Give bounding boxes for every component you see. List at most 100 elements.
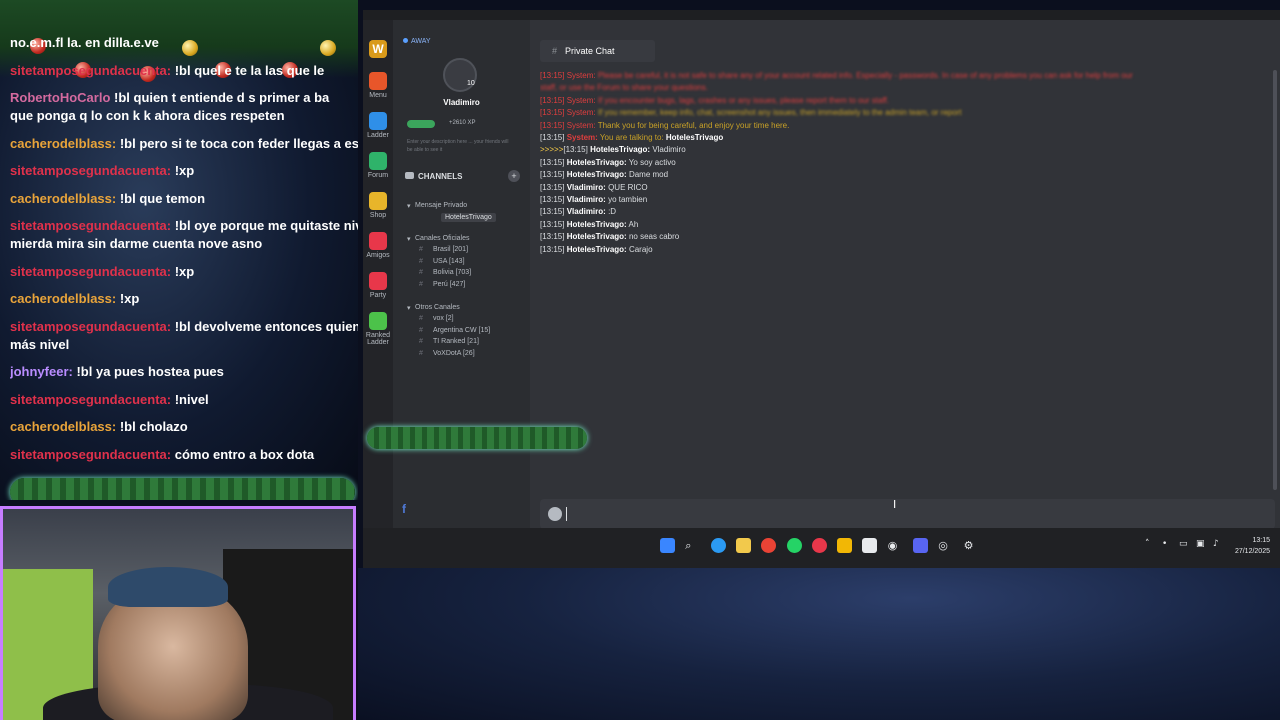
status-indicator[interactable]: AWAY xyxy=(403,38,431,45)
username: Vladimiro xyxy=(443,98,480,107)
emoji-icon[interactable] xyxy=(548,507,562,521)
files-icon[interactable] xyxy=(837,538,853,553)
chat-username: cacherodelblass: xyxy=(10,291,117,306)
stream-chat-message: cacherodelblass: !bl pero si te toca con… xyxy=(10,135,358,153)
mic-icon[interactable]: • xyxy=(1162,539,1167,549)
notes-icon[interactable] xyxy=(735,538,751,553)
chat-target: HotelesTrivago xyxy=(665,133,724,143)
channel-item[interactable]: Argentina CW [15] xyxy=(419,327,490,334)
chat-username: no.e.m.fl la. xyxy=(10,35,82,50)
group-private[interactable]: Mensaje Privado xyxy=(407,202,467,210)
chat-author: System: xyxy=(566,133,598,143)
chat-text: !bl cholazo xyxy=(119,419,188,434)
chat-text: !bl pero si te toca con feder llegas a e… xyxy=(119,135,358,151)
edge-icon[interactable] xyxy=(710,538,726,553)
chat-message: no seas cabro xyxy=(628,232,680,242)
shop-icon xyxy=(369,192,387,210)
chrome-icon[interactable] xyxy=(761,538,777,553)
chat-text: !xp xyxy=(174,263,195,279)
channel-item[interactable]: HotelesTrivago xyxy=(441,213,496,222)
channel-item[interactable]: Bolivia [703] xyxy=(419,269,471,276)
chat-message: QUE RICO xyxy=(608,182,648,192)
profile-description[interactable]: Enter your description here ... your fri… xyxy=(407,138,515,154)
discord-icon[interactable] xyxy=(913,538,928,553)
rail-label: Ranked Ladder xyxy=(365,332,391,346)
chat-message: You are talking to: xyxy=(599,133,664,143)
settings-icon[interactable]: ⚙ xyxy=(964,539,974,552)
chevron-up-icon[interactable]: ˄ xyxy=(1145,539,1150,549)
chat-timestamp: [13:15] xyxy=(563,145,588,155)
volume-icon[interactable]: ♪ xyxy=(1213,539,1219,549)
channel-item[interactable]: Brasil [201] xyxy=(419,246,468,253)
chat-line: [13:15] HotelesTrivago: Dame mod xyxy=(540,169,1270,181)
ranked-icon xyxy=(369,312,387,330)
rail-item-party[interactable]: Party xyxy=(363,272,393,299)
chat-author: Vladimiro: xyxy=(566,195,606,205)
chat-scrollbar[interactable] xyxy=(1273,70,1277,490)
chat-text: !bl que temon xyxy=(119,190,206,206)
rail-item-ranked-ladder[interactable]: Ranked Ladder xyxy=(363,312,393,346)
forum-icon xyxy=(369,152,387,170)
xp-value: +2610 XP xyxy=(449,120,476,126)
rail-item-menu[interactable]: Menu xyxy=(363,72,393,99)
network-icon[interactable]: ▣ xyxy=(1196,539,1205,549)
party-icon xyxy=(369,272,387,290)
keyboard-icon[interactable]: ▭ xyxy=(1179,539,1188,549)
group-other[interactable]: Otros Canales xyxy=(407,304,460,312)
stream-chat-message: sitetamposegundacuenta: !bl quel e te la… xyxy=(10,62,358,80)
chat-text: en dilla.e.ve xyxy=(85,35,159,50)
group-official[interactable]: Canales Oficiales xyxy=(407,235,470,243)
channel-item[interactable]: vox [2] xyxy=(419,315,453,322)
opera-icon[interactable] xyxy=(811,538,827,553)
chat-username: cacherodelblass: xyxy=(10,135,117,151)
chat-username: cacherodelblass: xyxy=(10,190,117,206)
chat-text: !bl devolveme entonces quien me xyxy=(174,318,358,334)
chat-message: Thank you for being careful, and enjoy y… xyxy=(597,120,790,130)
stream-chat-message: cacherodelblass: !bl cholazo xyxy=(10,418,358,436)
w-logo-icon: W xyxy=(369,40,387,58)
chat-line: [13:15] HotelesTrivago: Ah xyxy=(540,219,1270,231)
desktop-wallpaper xyxy=(358,568,1280,720)
chat-author: Vladimiro: xyxy=(566,207,606,217)
rail-item-ladder[interactable]: Ladder xyxy=(363,112,393,139)
chat-text: !bl ya pues hostea pues xyxy=(76,364,224,379)
chat-input[interactable] xyxy=(540,499,1275,529)
rail-item-amigos[interactable]: Amigos xyxy=(363,232,393,259)
chat-username: sitetamposegundacuenta: xyxy=(10,446,172,462)
captured-screen: W Menu Ladder Forum Shop Amigos Party Ranked L… xyxy=(363,10,1280,568)
system-clock[interactable]: 13:15 27/12/2025 xyxy=(1235,535,1270,557)
friends-icon xyxy=(369,232,387,250)
store-icon[interactable] xyxy=(862,538,878,553)
rail-item-forum[interactable]: Forum xyxy=(363,152,393,179)
webcam-feed xyxy=(0,506,356,720)
tab-private-chat[interactable]: Private Chat xyxy=(540,40,655,62)
chat-line: [13:15] System: You are talking to: Hote… xyxy=(540,132,1270,144)
whatsapp-icon[interactable] xyxy=(786,538,802,553)
search-icon[interactable]: ⌕ xyxy=(685,539,691,553)
facebook-icon[interactable]: f xyxy=(402,502,406,516)
chat-line: [13:15] Vladimiro: QUE RICO xyxy=(540,182,1270,194)
channel-item[interactable]: Perú [427] xyxy=(419,281,465,288)
game-icon[interactable]: ◉ xyxy=(888,539,898,552)
chat-message: :D xyxy=(608,207,617,217)
channel-item[interactable]: VoXDotA [26] xyxy=(419,350,475,357)
app-rail: W Menu Ladder Forum Shop Amigos Party Ranked L… xyxy=(363,20,393,538)
steam-icon[interactable]: ◎ xyxy=(938,539,948,552)
start-icon[interactable] xyxy=(660,538,675,553)
chat-text: !nivel xyxy=(174,391,209,407)
channel-item[interactable]: USA [143] xyxy=(419,258,464,265)
rail-label: Forum xyxy=(367,172,389,179)
chat-username: johnyfeer: xyxy=(10,364,73,379)
add-channel-button[interactable]: + xyxy=(508,170,520,182)
rail-item-shop[interactable]: Shop xyxy=(363,192,393,219)
chat-line: [13:15] System: Thank you for being care… xyxy=(540,120,1270,132)
christmas-garland xyxy=(367,427,587,449)
chat-timestamp: [13:15] xyxy=(540,120,565,130)
chat-message: Carajo xyxy=(628,244,653,254)
stream-chat-message: sitetamposegundacuenta: !bl oye porque m… xyxy=(10,217,358,235)
channel-item[interactable]: TI Ranked [21] xyxy=(419,338,479,345)
chat-message: yo tambien xyxy=(608,195,648,205)
chat-author: HotelesTrivago: xyxy=(566,170,627,180)
app-logo[interactable]: W xyxy=(363,40,393,60)
chat-author: HotelesTrivago: xyxy=(590,145,651,155)
